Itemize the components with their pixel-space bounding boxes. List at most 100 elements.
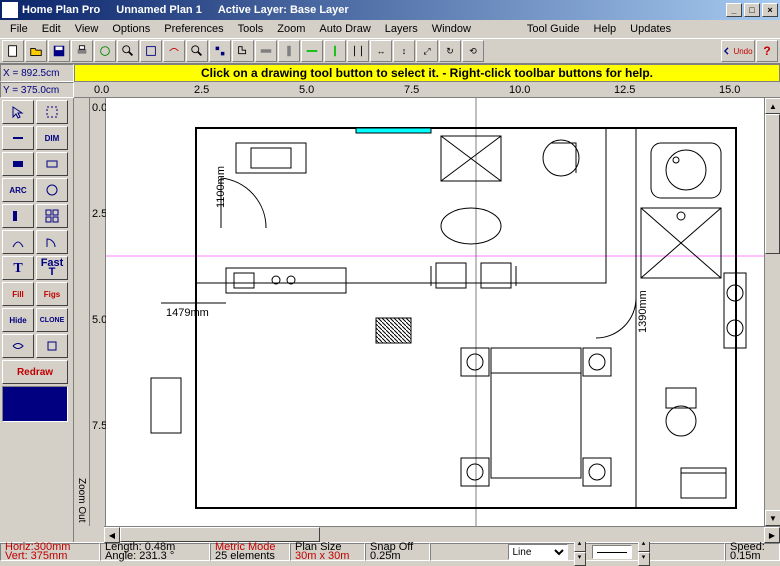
status-speed: Speed:0.15m — [725, 543, 780, 561]
menu-file[interactable]: File — [4, 22, 34, 36]
coord-x-display: X = 892.5cm — [0, 64, 74, 82]
palette-clone[interactable]: CLONE — [36, 308, 68, 332]
tool-btn-8[interactable] — [163, 40, 185, 62]
title-bar: Home Plan Pro Unnamed Plan 1 Active Laye… — [0, 0, 780, 20]
palette-door[interactable] — [36, 230, 68, 254]
menu-preferences[interactable]: Preferences — [158, 22, 229, 36]
scrollbar-vertical[interactable]: ▲ ▼ — [764, 98, 780, 526]
palette-text[interactable]: T — [2, 256, 34, 280]
palette-arc[interactable]: ARC — [2, 178, 34, 202]
line-down-arrow[interactable]: ▾ — [574, 552, 586, 566]
close-button[interactable]: × — [762, 3, 778, 17]
coord-y-display: Y = 375.0cm — [0, 82, 74, 98]
tool-btn-18[interactable]: ↕ — [393, 40, 415, 62]
scroll-down-arrow[interactable]: ▼ — [765, 510, 780, 526]
new-button[interactable] — [2, 40, 24, 62]
scroll-v-thumb[interactable] — [765, 114, 780, 254]
left-column: Y = 375.0cm DIM ARC — [0, 82, 74, 542]
dim-label-3: 1390mm — [637, 290, 649, 333]
palette-wall[interactable] — [2, 204, 34, 228]
scroll-left-arrow[interactable]: ◀ — [104, 527, 120, 543]
tool-btn-14[interactable] — [301, 40, 323, 62]
undo-button[interactable]: Undo — [721, 40, 755, 62]
tool-btn-12[interactable] — [255, 40, 277, 62]
layer-label: Active Layer: Base Layer — [218, 4, 349, 16]
scroll-right-arrow[interactable]: ▶ — [764, 527, 780, 543]
status-line: Line ▴ ▾ ▴ ▾ — [430, 543, 725, 561]
drawing-canvas[interactable]: 1100mm — [106, 98, 764, 526]
tool-btn-5[interactable] — [94, 40, 116, 62]
dim-label-1: 1100mm — [215, 166, 227, 208]
palette-shape1[interactable] — [2, 334, 34, 358]
tool-btn-9[interactable] — [186, 40, 208, 62]
palette-grid[interactable] — [36, 204, 68, 228]
scroll-h-thumb[interactable] — [120, 527, 320, 542]
menu-edit[interactable]: Edit — [36, 22, 67, 36]
maximize-button[interactable]: □ — [744, 3, 760, 17]
save-button[interactable] — [48, 40, 70, 62]
tool-btn-13[interactable] — [278, 40, 300, 62]
line-preview — [592, 545, 632, 559]
open-button[interactable] — [25, 40, 47, 62]
menu-layers[interactable]: Layers — [379, 22, 424, 36]
tool-btn-15[interactable] — [324, 40, 346, 62]
line-down-arrow-2[interactable]: ▾ — [638, 552, 650, 566]
minimize-button[interactable]: _ — [726, 3, 742, 17]
line-type-select[interactable]: Line — [508, 544, 568, 560]
palette-redraw[interactable]: Redraw — [2, 360, 68, 384]
help-button[interactable]: ? — [756, 40, 778, 62]
tool-btn-19[interactable]: ⤢ — [416, 40, 438, 62]
palette-line[interactable] — [2, 126, 34, 150]
doc-name: Unnamed Plan 1 — [116, 4, 202, 16]
status-plan-size: Plan Size30m x 30m — [290, 543, 365, 561]
palette-fast-text[interactable]: Fast T — [36, 256, 68, 280]
tool-btn-21[interactable]: ⟲ — [462, 40, 484, 62]
palette-hide[interactable]: Hide — [2, 308, 34, 332]
palette-dim[interactable]: DIM — [36, 126, 68, 150]
palette-select-rect[interactable] — [36, 100, 68, 124]
menu-zoom[interactable]: Zoom — [271, 22, 311, 36]
menu-updates[interactable]: Updates — [624, 22, 677, 36]
palette-select-arrow[interactable] — [2, 100, 34, 124]
palette-figs[interactable]: Figs — [36, 282, 68, 306]
menu-tools[interactable]: Tools — [232, 22, 270, 36]
ruler-vertical: 0.0 2.5 5.0 7.5 — [90, 98, 106, 526]
tool-btn-7[interactable] — [140, 40, 162, 62]
main-area: Y = 375.0cm DIM ARC — [0, 82, 780, 542]
app-icon — [2, 2, 18, 18]
print-button[interactable] — [71, 40, 93, 62]
menu-toolguide[interactable]: Tool Guide — [521, 22, 586, 36]
status-mode: Metric Mode25 elements — [210, 543, 290, 561]
status-bar: Horiz:300mmVert: 375mm Length: 0.48mAngl… — [0, 542, 780, 561]
palette-shape2[interactable] — [36, 334, 68, 358]
dim-label-2: 1479mm — [166, 307, 209, 319]
main-toolbar: ↔ ↕ ⤢ ↻ ⟲ Undo ? — [0, 38, 780, 64]
palette-fill[interactable]: Fill — [2, 282, 34, 306]
menu-view[interactable]: View — [69, 22, 105, 36]
canvas-area: 0.0 2.5 5.0 7.5 10.0 12.5 15.0 Zoom Out … — [74, 82, 780, 542]
palette-circle[interactable] — [36, 178, 68, 202]
tool-btn-17[interactable]: ↔ — [370, 40, 392, 62]
tool-btn-16[interactable] — [347, 40, 369, 62]
menu-help[interactable]: Help — [588, 22, 623, 36]
menu-options[interactable]: Options — [106, 22, 156, 36]
scroll-up-arrow[interactable]: ▲ — [765, 98, 780, 114]
menu-autodraw[interactable]: Auto Draw — [313, 22, 376, 36]
palette-rect-outline[interactable] — [36, 152, 68, 176]
hint-row: X = 892.5cm Click on a drawing tool butt… — [0, 64, 780, 82]
tool-btn-20[interactable]: ↻ — [439, 40, 461, 62]
tool-btn-10[interactable] — [209, 40, 231, 62]
app-name: Home Plan Pro — [22, 4, 100, 16]
scrollbar-horizontal[interactable]: ◀ ▶ — [104, 526, 780, 542]
status-length-angle: Length: 0.48mAngle: 231.3 ° — [100, 543, 210, 561]
tool-palette: DIM ARC T Fast T Fill — [0, 98, 74, 542]
menu-window[interactable]: Window — [426, 22, 477, 36]
tool-btn-11[interactable] — [232, 40, 254, 62]
palette-rect-fill[interactable] — [2, 152, 34, 176]
palette-curve[interactable] — [2, 230, 34, 254]
menu-bar: File Edit View Options Preferences Tools… — [0, 20, 780, 38]
hint-bar: Click on a drawing tool button to select… — [74, 64, 780, 82]
zoom-button[interactable] — [117, 40, 139, 62]
zoom-out-label[interactable]: Zoom Out — [74, 98, 90, 526]
status-horiz-vert: Horiz:300mmVert: 375mm — [0, 543, 100, 561]
